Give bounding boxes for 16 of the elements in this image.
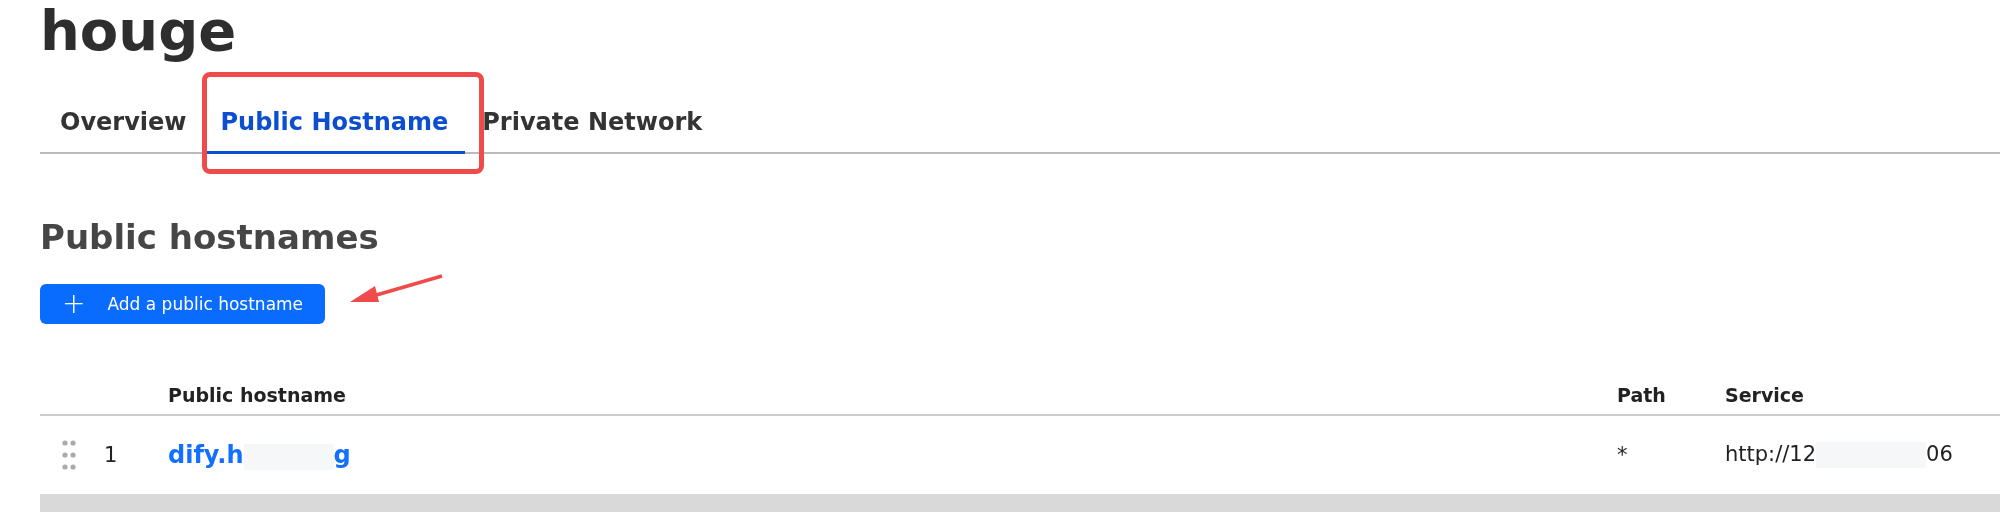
tab[interactable]: Public Hostname (203, 108, 466, 154)
column-header: Path (1617, 384, 1667, 406)
page-title: houge (40, 0, 238, 62)
hostname-link[interactable]: dify.h (168, 440, 244, 469)
row-number: 1 (103, 443, 119, 467)
section-heading: Public hostnames (40, 216, 380, 259)
path-cell-text: * (1617, 443, 1629, 467)
hostname-link[interactable]: g (333, 440, 351, 469)
service-cell: http://12 (1725, 442, 1817, 466)
add-hostname-button[interactable]: + Add a public hostname (40, 284, 326, 324)
tab[interactable]: Private Network (465, 108, 720, 154)
column-header: Public hostname (168, 384, 347, 406)
drag-handle-icon[interactable] (62, 440, 76, 470)
column-header: Service (1725, 384, 1805, 406)
service-cell: 06 (1926, 442, 1953, 466)
tab[interactable]: Overview (40, 108, 204, 154)
